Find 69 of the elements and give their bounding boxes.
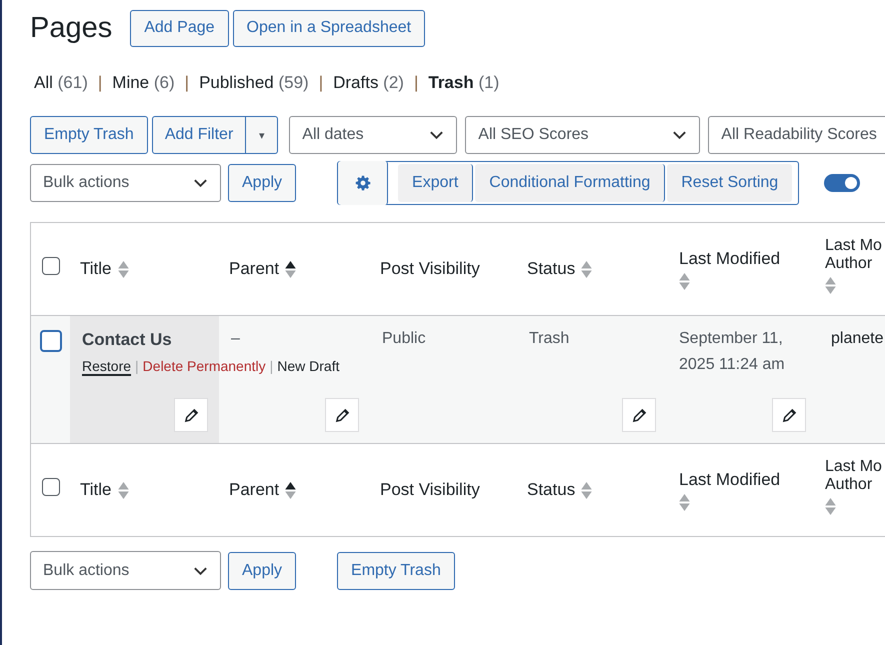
view-link[interactable]: Drafts (2)	[333, 73, 404, 93]
tool-button[interactable]: Reset Sorting	[667, 164, 792, 202]
tool-button[interactable]: Conditional Formatting	[475, 164, 666, 202]
column-header[interactable]: Parent	[229, 259, 280, 279]
column-header[interactable]: Status	[527, 259, 576, 279]
column-header[interactable]: Last Mo Author	[825, 237, 885, 273]
view-link[interactable]: Mine (6)	[112, 73, 175, 93]
pencil-icon	[334, 408, 350, 422]
table-cell: planete	[831, 330, 884, 347]
column-header[interactable]: Status	[527, 480, 576, 500]
row-action-link[interactable]: Delete Permanently	[142, 358, 266, 374]
page-title-link[interactable]: Contact Us	[82, 330, 207, 350]
edit-button[interactable]	[325, 398, 359, 432]
filter-select[interactable]: All dates	[289, 116, 458, 154]
edit-button[interactable]	[622, 398, 656, 432]
separator: |	[184, 73, 190, 93]
empty-trash-button[interactable]: Empty Trash	[337, 552, 455, 590]
column-header[interactable]: Last Mo Author	[825, 458, 885, 494]
table-cell: –	[231, 330, 240, 347]
view-link[interactable]: All (61)	[34, 73, 88, 93]
chevron-down-icon	[193, 178, 208, 188]
row-checkbox[interactable]	[40, 330, 62, 352]
settings-button[interactable]	[338, 161, 388, 205]
edit-button[interactable]	[174, 398, 208, 432]
bulk-actions-select[interactable]: Bulk actions	[30, 164, 221, 202]
column-header[interactable]: Title	[80, 259, 112, 279]
chevron-down-icon	[672, 130, 688, 140]
column-header[interactable]: Last Modified	[679, 470, 780, 490]
edit-button[interactable]	[772, 398, 806, 432]
separator: |	[318, 73, 324, 93]
pencil-icon	[184, 408, 198, 422]
chevron-down-icon	[193, 566, 208, 576]
empty-trash-button[interactable]: Empty Trash	[30, 116, 148, 154]
header-button[interactable]: Add Page	[130, 10, 229, 46]
column-header[interactable]: Post Visibility	[380, 480, 480, 500]
page-title: Pages	[30, 12, 112, 44]
filter-select[interactable]: All Readability Scores	[708, 116, 885, 154]
add-filter-button[interactable]: Add Filter	[152, 116, 246, 154]
header-button[interactable]: Open in a Spreadsheet	[232, 10, 426, 46]
table-cell: Trash	[529, 330, 570, 347]
filter-dropdown-button[interactable]: ▾	[246, 116, 278, 154]
settings-icon	[354, 175, 371, 191]
separator: |	[135, 358, 139, 374]
bulk-actions-select[interactable]: Bulk actions	[30, 551, 221, 590]
table-cell: Public	[382, 330, 426, 347]
select-all-checkbox[interactable]	[42, 478, 60, 496]
separator: |	[98, 73, 102, 93]
sort-icon[interactable]	[285, 481, 296, 500]
tool-button[interactable]: Export	[398, 164, 474, 202]
column-header[interactable]: Last Modified	[679, 249, 780, 269]
row-action-link[interactable]: Restore	[82, 358, 132, 374]
filter-select[interactable]: All SEO Scores	[465, 116, 700, 154]
apply-button[interactable]: Apply	[228, 552, 296, 590]
column-header[interactable]: Parent	[229, 480, 280, 500]
pencil-icon	[632, 408, 646, 422]
toggle-switch[interactable]	[824, 174, 860, 192]
select-all-checkbox[interactable]	[42, 257, 60, 275]
apply-button[interactable]: Apply	[228, 164, 296, 202]
column-header[interactable]: Title	[80, 480, 112, 500]
separator: |	[270, 358, 274, 374]
chevron-down-icon	[429, 130, 444, 140]
row-action-link[interactable]: New Draft	[277, 358, 340, 374]
pencil-icon	[782, 408, 796, 422]
column-header[interactable]: Post Visibility	[380, 259, 480, 279]
sort-icon[interactable]	[285, 260, 296, 279]
view-link[interactable]: Published (59)	[199, 73, 309, 93]
view-link[interactable]: Trash (1)	[428, 73, 500, 93]
separator: |	[414, 73, 418, 93]
table-cell-text: September 11, 2025 11:24 am	[679, 329, 786, 375]
